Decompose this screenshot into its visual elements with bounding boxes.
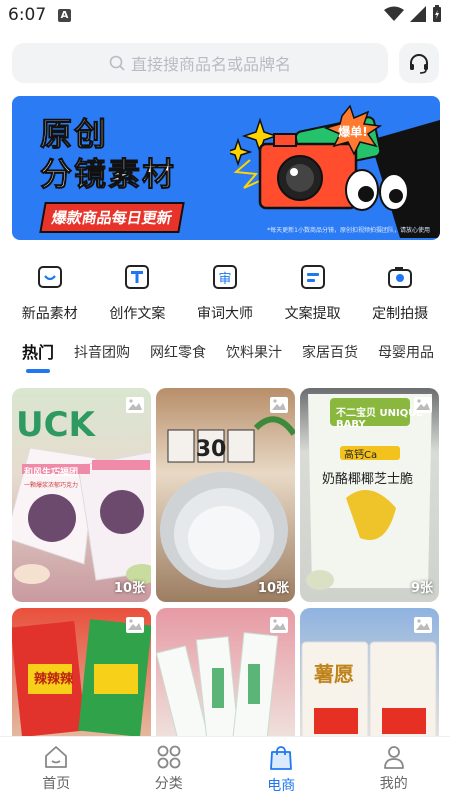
- svg-text:UCK: UCK: [16, 405, 97, 445]
- status-bar: 6:07 A: [0, 0, 450, 32]
- gallery-icon: [270, 397, 288, 413]
- quick-action-word-review[interactable]: 审 审词大师: [183, 262, 267, 323]
- search-icon: [109, 55, 125, 71]
- banner-burst: 爆单!: [338, 124, 367, 139]
- shopping-bag-icon: [270, 746, 293, 770]
- tab-home-goods[interactable]: 家居百货: [302, 343, 358, 377]
- camera-icon: [385, 262, 415, 292]
- card-caption: 辣辣辣: [34, 672, 74, 687]
- material-card[interactable]: [156, 608, 295, 736]
- search-bar[interactable]: 直接搜商品名或品牌名: [12, 43, 388, 83]
- bottom-nav: 首页 分类 电商 我的: [0, 736, 450, 800]
- banner-title: 原创 分镜素材: [39, 114, 177, 194]
- card-subcaption: 一颗爆浆浓郁巧克力: [24, 482, 79, 489]
- image-count: 10张: [113, 581, 145, 596]
- gallery-icon: [270, 617, 288, 633]
- banner-title-line1: 原创: [39, 115, 109, 154]
- text-doc-icon: [122, 262, 152, 292]
- nav-label: 我的: [379, 776, 408, 792]
- active-tab-indicator: [26, 369, 50, 373]
- material-card[interactable]: UCK 和风生巧福团 一颗爆浆浓郁巧克力 10张: [12, 388, 151, 602]
- banner-title-line2: 分镜素材: [39, 155, 177, 194]
- quick-action-label: 审词大师: [196, 306, 253, 322]
- card-subcaption: 高钙Ca: [344, 450, 378, 461]
- category-icon: [157, 745, 181, 769]
- category-tabs: 热门 抖音团购 网红零食 饮料果汁 家居百货 母婴用品: [0, 343, 450, 377]
- customer-service-button[interactable]: [399, 43, 439, 83]
- headset-icon: [410, 54, 428, 74]
- card-caption: 30: [196, 437, 227, 462]
- gallery-icon: [414, 617, 432, 633]
- quick-action-label: 创作文案: [109, 306, 166, 322]
- gallery-icon: [414, 397, 432, 413]
- gallery-icon: [126, 617, 144, 633]
- search-placeholder: 直接搜商品名或品牌名: [130, 55, 291, 74]
- quick-action-label: 新品素材: [21, 306, 78, 322]
- material-card[interactable]: 辣辣辣: [12, 608, 151, 736]
- card-image: 30: [160, 416, 295, 588]
- image-count: 9张: [410, 581, 433, 596]
- quick-action-custom-shoot[interactable]: 定制拍摄: [358, 262, 442, 323]
- status-time: 6:07: [8, 5, 47, 25]
- nav-ecommerce[interactable]: 电商: [225, 737, 337, 800]
- status-icons: [384, 5, 442, 23]
- nav-label: 电商: [267, 778, 296, 794]
- card-caption: 奶酪椰椰芝士脆: [322, 472, 414, 487]
- quick-action-new-material[interactable]: 新品素材: [8, 262, 92, 323]
- image-count: 10张: [257, 581, 289, 596]
- material-grid: UCK 和风生巧福团 一颗爆浆浓郁巧克力 10张 30 10张 不二宝贝 UNI…: [12, 388, 440, 736]
- quick-action-label: 文案提取: [284, 306, 341, 322]
- profile-icon: [383, 746, 404, 769]
- nav-home[interactable]: 首页: [0, 737, 112, 800]
- nav-label: 分类: [154, 776, 183, 792]
- material-card[interactable]: 不二宝贝 UNIQUE BABY 高钙Ca 奶酪椰椰芝士脆 9张: [300, 388, 439, 602]
- extract-icon: [298, 262, 328, 292]
- card-caption: 和风生巧福团: [24, 468, 79, 478]
- svg-text:审: 审: [218, 272, 231, 287]
- quick-action-label: 定制拍摄: [372, 306, 429, 322]
- quick-action-create-copy[interactable]: 创作文案: [95, 262, 179, 323]
- new-product-icon: [35, 262, 65, 292]
- promo-banner[interactable]: 原创 分镜素材 爆款商品每日更新 爆单! *每天更新1小数商品分镜，原创扣视频拍…: [12, 96, 440, 240]
- quick-actions: 新品素材 创作文案 审 审词大师 文案提取 定制拍摄: [0, 262, 450, 323]
- battery-icon: [433, 5, 441, 22]
- review-icon: 审: [210, 262, 240, 292]
- wifi-icon: [384, 6, 404, 21]
- tab-drinks[interactable]: 饮料果汁: [226, 343, 282, 377]
- nav-profile[interactable]: 我的: [338, 737, 450, 800]
- material-card[interactable]: 薯愿: [300, 608, 439, 736]
- home-icon: [45, 746, 68, 768]
- gallery-icon: [126, 397, 144, 413]
- banner-strip: 爆款商品每日更新: [39, 202, 185, 233]
- camera-illustration: 爆单!: [230, 104, 440, 238]
- card-image: UCK: [12, 405, 151, 584]
- tab-snacks[interactable]: 网红零食: [150, 343, 206, 377]
- signal-icon: [410, 6, 426, 22]
- tab-baby[interactable]: 母婴用品: [378, 343, 434, 377]
- banner-note: *每天更新1小数商品分镜，原创扣视频拍摄团队，请放心使用: [267, 227, 430, 234]
- quick-action-copy-extract[interactable]: 文案提取: [271, 262, 355, 323]
- card-caption: 薯愿: [314, 662, 354, 686]
- material-card[interactable]: 30 10张: [156, 388, 295, 602]
- notification-icon: A: [58, 9, 71, 22]
- nav-label: 首页: [42, 776, 71, 792]
- tab-douyin-group[interactable]: 抖音团购: [74, 343, 130, 377]
- nav-category[interactable]: 分类: [113, 737, 225, 800]
